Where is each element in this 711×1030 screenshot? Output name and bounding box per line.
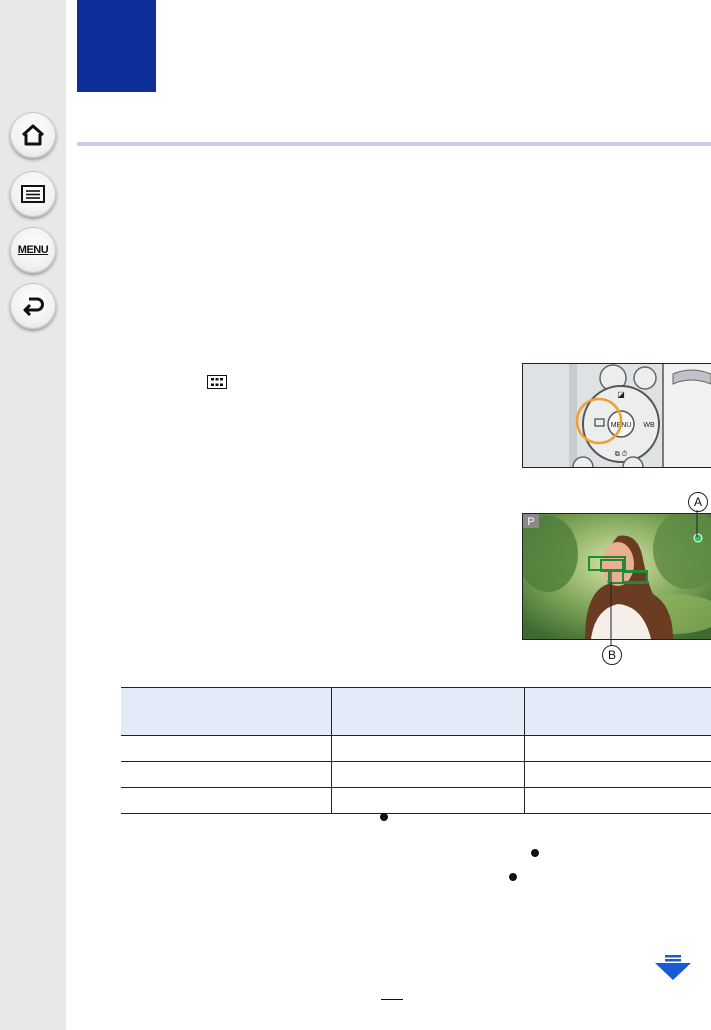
menu-button[interactable]: MENU [10, 227, 56, 273]
table-header-cell [524, 687, 711, 736]
contents-button[interactable] [10, 171, 56, 217]
note-bullet [531, 849, 539, 857]
table-cell [121, 787, 332, 814]
table-cell [121, 735, 332, 762]
table-cell [331, 735, 525, 762]
page-number [381, 999, 403, 1000]
table-row [121, 735, 711, 762]
viewfinder-photo: P [522, 513, 711, 640]
callout-a-label: A [693, 495, 702, 509]
table-cell [331, 787, 525, 814]
back-button[interactable] [10, 283, 56, 329]
table-header-cell [121, 687, 332, 736]
chapter-tab [77, 0, 156, 92]
home-button[interactable] [10, 112, 56, 158]
table-header-row [121, 687, 711, 736]
return-arrow-icon [23, 297, 44, 317]
list-icon [21, 185, 45, 203]
svg-text:WB: WB [643, 422, 655, 429]
table-cell [524, 761, 711, 788]
svg-text:◪: ◪ [617, 390, 625, 399]
table-row [121, 787, 711, 814]
next-page-arrow-icon[interactable] [655, 955, 691, 981]
mode-indicator: P [527, 516, 534, 528]
table-cell [331, 761, 525, 788]
table-cell [524, 787, 711, 814]
menu-text-icon: MENU [17, 244, 49, 256]
svg-text:⧉ ⏱: ⧉ ⏱ [615, 450, 628, 458]
note-bullet [380, 813, 388, 821]
settings-table [121, 687, 711, 814]
section-divider [77, 142, 711, 146]
af-area-button-icon [207, 375, 227, 389]
table-header-cell [331, 687, 525, 736]
callout-b-label: B [607, 648, 616, 662]
callout-b: B [602, 645, 622, 665]
callout-a: A [688, 492, 708, 512]
camera-dial-photo: MENU ◪ WB ⧉ ⏱ [522, 363, 711, 468]
table-cell [524, 735, 711, 762]
note-bullet [509, 873, 517, 881]
home-icon [21, 124, 45, 146]
sidebar-navigation: MENU [0, 0, 66, 1030]
table-row [121, 761, 711, 788]
table-cell [121, 761, 332, 788]
